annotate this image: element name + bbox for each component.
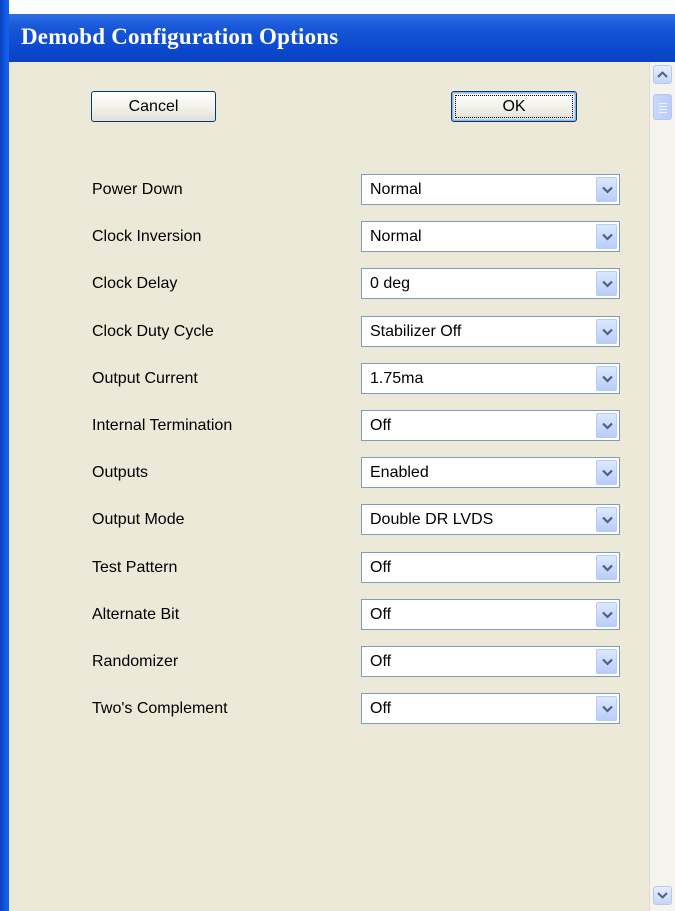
- chevron-down-icon[interactable]: [596, 460, 617, 486]
- chevron-down-icon[interactable]: [596, 554, 617, 580]
- option-select-value: 1.75ma: [370, 369, 424, 387]
- chevron-down-icon[interactable]: [596, 696, 617, 722]
- chevron-down-icon[interactable]: [596, 318, 617, 344]
- ok-button[interactable]: OK: [451, 91, 577, 122]
- focus-rectangle: [455, 95, 573, 118]
- option-select[interactable]: Enabled: [361, 457, 620, 489]
- chevron-down-icon[interactable]: [596, 177, 617, 202]
- option-select-value: Off: [370, 605, 392, 623]
- option-label: Clock Inversion: [92, 228, 202, 246]
- option-select[interactable]: Off: [361, 693, 620, 725]
- option-label: Test Pattern: [92, 558, 178, 576]
- dialog-body: Cancel OK Power Down Normal Clock Inversio…: [9, 62, 649, 911]
- option-select[interactable]: Off: [361, 598, 620, 630]
- option-select-value: 0 deg: [370, 275, 411, 293]
- option-select-value: Off: [370, 558, 392, 576]
- chevron-down-icon[interactable]: [596, 224, 617, 250]
- option-select-value: Off: [370, 653, 392, 670]
- chevron-down-icon[interactable]: [596, 601, 617, 627]
- chevron-down-icon[interactable]: [596, 271, 617, 297]
- chevron-down-icon[interactable]: [596, 365, 617, 391]
- window-title: Demobd Configuration Options: [21, 24, 339, 49]
- option-label: Alternate Bit: [92, 605, 180, 623]
- option-select[interactable]: Off: [361, 646, 620, 677]
- window-frame: [0, 0, 9, 911]
- option-select[interactable]: Double DR LVDS: [361, 504, 620, 536]
- option-select[interactable]: Normal: [361, 174, 620, 205]
- scroll-down-icon[interactable]: [653, 886, 672, 905]
- option-select-value: Double DR LVDS: [370, 511, 494, 529]
- option-label: Power Down: [92, 181, 183, 198]
- option-label: Internal Termination: [92, 417, 233, 434]
- option-label: Clock Delay: [92, 275, 178, 293]
- option-label: Output Current: [92, 369, 198, 387]
- option-select-value: Off: [370, 417, 392, 434]
- chevron-down-icon[interactable]: [596, 649, 617, 674]
- chevron-down-icon[interactable]: [596, 413, 617, 438]
- option-label: Output Mode: [92, 511, 185, 529]
- option-select-value: Normal: [370, 228, 422, 246]
- option-label: Outputs: [92, 464, 149, 482]
- option-select-value: Stabilizer Off: [370, 322, 462, 340]
- option-select-value: Off: [370, 700, 392, 718]
- config-dialog: Demobd Configuration Options Cancel OK P…: [0, 0, 675, 911]
- option-select-value: Normal: [370, 181, 422, 198]
- option-label: Two's Complement: [92, 700, 228, 718]
- option-select-value: Enabled: [370, 464, 429, 482]
- vertical-scrollbar[interactable]: [649, 62, 675, 911]
- chevron-down-icon[interactable]: [596, 507, 617, 533]
- scroll-thumb[interactable]: [653, 94, 672, 120]
- title-bar[interactable]: Demobd Configuration Options: [9, 14, 675, 62]
- option-label: Clock Duty Cycle: [92, 322, 214, 340]
- option-select[interactable]: Stabilizer Off: [361, 315, 620, 347]
- option-select[interactable]: Off: [361, 410, 620, 441]
- option-select[interactable]: 0 deg: [361, 268, 620, 300]
- option-select[interactable]: Off: [361, 551, 620, 583]
- scroll-up-icon[interactable]: [653, 65, 672, 84]
- option-select[interactable]: 1.75ma: [361, 362, 620, 394]
- option-label: Randomizer: [92, 653, 179, 670]
- cancel-button[interactable]: Cancel: [91, 91, 216, 122]
- option-select[interactable]: Normal: [361, 221, 620, 253]
